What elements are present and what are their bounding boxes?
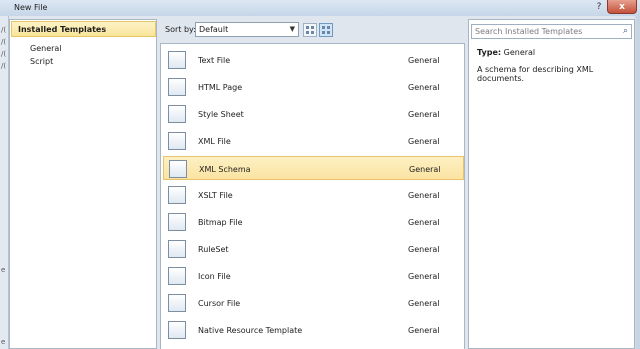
template-row[interactable]: RuleSet General [163,237,464,261]
template-category: General [408,83,440,92]
template-name: Style Sheet [198,110,244,119]
template-category: General [408,110,440,119]
template-row[interactable]: Text File General [163,48,464,72]
template-category: General [408,56,440,65]
edge-glyph: /( [1,50,7,58]
template-description: A schema for describing XML documents. [477,65,594,83]
sort-by-value: Default [199,25,229,34]
details-view-button[interactable] [319,23,333,37]
type-value: General [503,48,536,57]
edge-glyph: e [1,266,6,274]
type-label: Type: [477,48,502,57]
template-row[interactable]: Bitmap File General [163,210,464,234]
window-title: New File [14,3,48,12]
template-row[interactable]: XML File General [163,129,464,153]
template-name: XML Schema [199,165,251,174]
xml-file-icon [168,132,186,150]
type-line: Type: General [477,48,535,57]
template-row[interactable]: XSLT File General [163,183,464,207]
ruleset-icon [168,240,186,258]
xslt-file-icon [168,186,186,204]
template-name: XSLT File [198,191,233,200]
template-category: General [408,326,440,335]
icon-file-icon [168,267,186,285]
template-row[interactable]: Cursor File General [163,291,464,315]
edge-glyph: /( [1,26,7,34]
html-page-icon [168,78,186,96]
list-view-button[interactable] [303,23,317,37]
template-name: Bitmap File [198,218,243,227]
bitmap-file-icon [168,213,186,231]
template-row[interactable]: HTML Page General [163,75,464,99]
title-bar: New File ? x [0,0,640,16]
window-frame-right [636,16,640,349]
tree-item-general[interactable]: General [30,44,62,53]
background-window-edge: /( /( /( /( e e [0,16,9,349]
tree-item-script[interactable]: Script [30,57,53,66]
template-row[interactable]: Native Resource Template General [163,318,464,342]
template-row[interactable]: Style Sheet General [163,102,464,126]
installed-templates-header[interactable]: Installed Templates [11,21,156,37]
details-panel: Search Installed Templates ⌕ Type: Gener… [468,19,635,349]
template-name: XML File [198,137,231,146]
close-button[interactable]: x [607,0,637,14]
chevron-down-icon: ▼ [289,25,295,33]
edge-glyph: /( [1,62,7,70]
template-list: Text File General HTML Page General Style Sh… [160,43,465,349]
help-button[interactable]: ? [591,0,607,14]
template-row[interactable]: XML Schema General [163,156,464,180]
list-toolbar: Sort by: Default ▼ [160,19,462,41]
template-category-tree: Installed Templates General Script [9,19,157,349]
template-name: Icon File [198,272,231,281]
template-name: HTML Page [198,83,243,92]
template-category: General [408,272,440,281]
sort-by-select[interactable]: Default ▼ [195,22,299,37]
template-name: Native Resource Template [198,326,303,335]
edge-glyph: /( [1,38,7,46]
text-file-icon [168,51,186,69]
template-category: General [408,299,440,308]
search-placeholder: Search Installed Templates [475,27,583,36]
template-row[interactable]: Icon File General [163,264,464,288]
template-category: General [408,191,440,200]
template-category: General [408,218,440,227]
sort-by-label: Sort by: [165,25,196,34]
template-name: Text File [198,56,231,65]
template-category: General [408,137,440,146]
search-icon[interactable]: ⌕ [623,26,628,36]
style-sheet-icon [168,105,186,123]
cursor-file-icon [168,294,186,312]
template-name: RuleSet [198,245,229,254]
template-category: General [408,245,440,254]
edge-glyph: e [1,338,6,346]
search-input[interactable]: Search Installed Templates ⌕ [471,24,632,39]
xml-schema-icon [169,160,187,178]
template-category: General [409,165,441,174]
native-resource-icon [168,321,186,339]
template-name: Cursor File [198,299,241,308]
